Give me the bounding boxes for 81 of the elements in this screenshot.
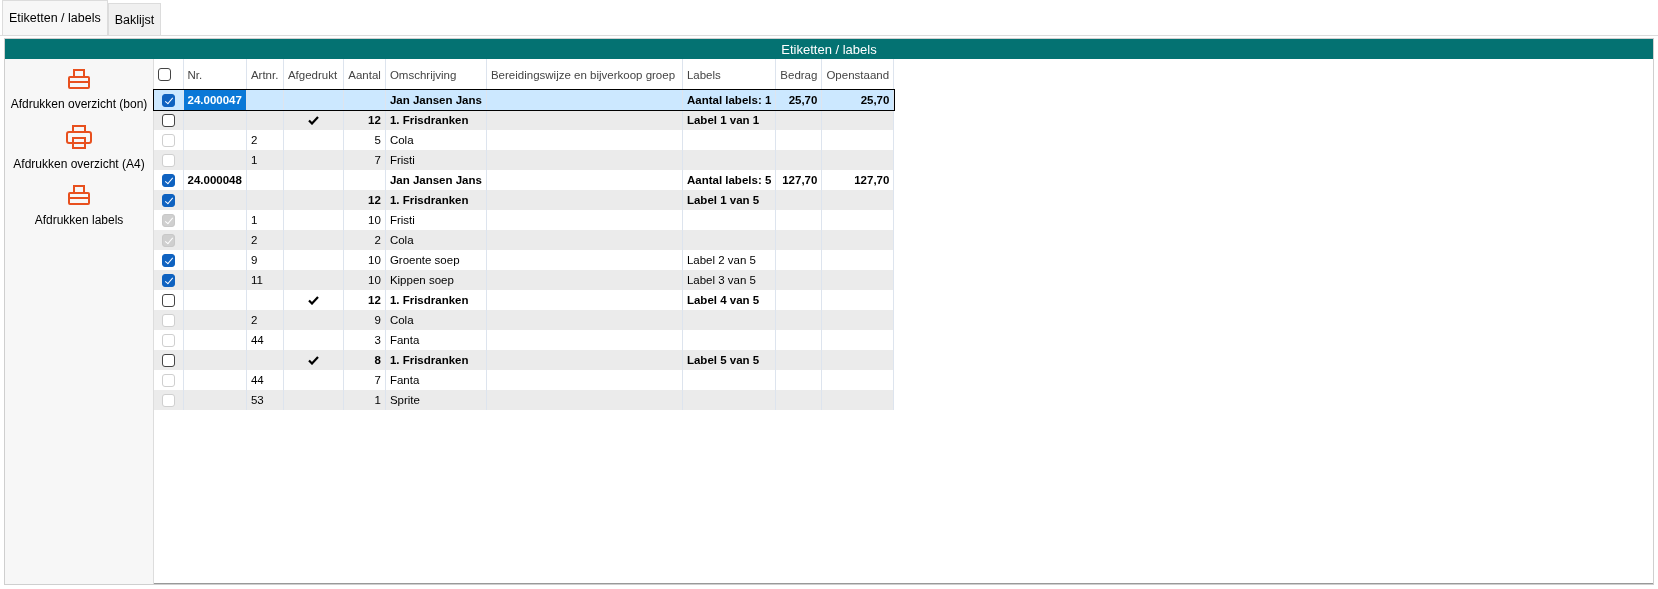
printer-icon (68, 185, 90, 205)
cell-text: 2 (250, 234, 258, 246)
cell-text: 9 (374, 314, 381, 326)
cell-text: 10 (368, 274, 381, 286)
checkbox[interactable] (161, 193, 175, 207)
cell-text: Label 1 van 1 (686, 114, 760, 126)
column-header[interactable]: Artnr. (250, 68, 279, 81)
print-button[interactable]: Afdrukken labels (32, 179, 126, 235)
cell-text: 12 (368, 114, 381, 126)
cell-text: 9 (250, 254, 258, 266)
cell-text: 10 (368, 214, 381, 226)
cell-text: Label 3 van 5 (686, 274, 756, 286)
cell-text: Cola (389, 134, 414, 146)
cell-text: Label 5 van 5 (686, 354, 760, 366)
cell-text: Kippen soep (389, 274, 454, 286)
cell-text: 44 (250, 374, 264, 386)
cell-text: Label 4 van 5 (686, 294, 760, 306)
checkbox[interactable] (161, 93, 175, 107)
cell-text: 7 (374, 374, 381, 386)
cell-text: Aantal labels: 5 (686, 174, 772, 186)
checkbox[interactable] (161, 273, 175, 287)
column-header[interactable]: Aantal (348, 68, 381, 81)
cell-text: Groente soep (389, 254, 460, 266)
cell-text: 24.000047 (187, 94, 242, 106)
tab[interactable]: Baklijst (107, 3, 162, 35)
print-button[interactable]: Afdrukken overzicht (bon) (8, 63, 150, 119)
cell-text: 25,70 (860, 94, 890, 106)
cell-text: 1. Frisdranken (389, 354, 469, 366)
cell-text: 127,70 (782, 174, 818, 186)
cell-text: Aantal labels: 1 (686, 94, 772, 106)
checkbox[interactable] (161, 293, 175, 307)
cell-text: 127,70 (854, 174, 890, 186)
cell-text: Cola (389, 234, 414, 246)
checkbox[interactable] (161, 173, 175, 187)
cell-text: 3 (374, 334, 381, 346)
cell-text: 7 (374, 154, 381, 166)
cell-text: 11 (250, 274, 263, 286)
column-header[interactable]: Bedrag (780, 68, 818, 81)
cell-text: 5 (374, 134, 381, 146)
cell-text: 1. Frisdranken (389, 114, 469, 126)
cell-text: Fanta (389, 374, 420, 386)
column-header[interactable]: Omschrijving (389, 68, 457, 81)
cell-text: 8 (374, 354, 381, 366)
cell-text: 2 (374, 234, 381, 246)
cell-text: Cola (389, 314, 414, 326)
column-header[interactable]: Bereidingswijze en bijverkoop groep (490, 68, 676, 81)
cell-text: Fristi (389, 154, 415, 166)
checkbox[interactable] (161, 353, 175, 367)
cell-text: 1. Frisdranken (389, 294, 469, 306)
cell-text: Label 1 van 5 (686, 194, 760, 206)
cell-text: 25,70 (788, 94, 818, 106)
column-header[interactable]: Afgedrukt (287, 68, 338, 81)
cell-text: 2 (250, 314, 258, 326)
printer-icon (66, 125, 92, 149)
cell-text: Sprite (389, 394, 420, 406)
cell-text: 44 (250, 334, 264, 346)
cell-text: 24.000048 (187, 174, 242, 186)
cell-text: 1 (250, 214, 258, 226)
panel-title: Etiketten / labels (5, 39, 1653, 59)
cell-text: 1. Frisdranken (389, 194, 469, 206)
cell-text: 12 (368, 194, 381, 206)
cell-text: 1 (374, 394, 381, 406)
cell-text: 12 (368, 294, 381, 306)
column-header[interactable]: Openstaand (826, 68, 890, 81)
column-header[interactable]: Labels (686, 68, 721, 81)
cell-text: Jan Jansen Jans (389, 174, 482, 186)
cell-text: 53 (250, 394, 264, 406)
cell-text: Label 2 van 5 (686, 254, 756, 266)
printer-icon (68, 69, 90, 89)
checkbox[interactable] (161, 113, 175, 127)
cell-text: 2 (250, 134, 258, 146)
cell-text: Fanta (389, 334, 420, 346)
cell-text: Fristi (389, 214, 415, 226)
checkbox[interactable] (161, 253, 175, 267)
print-button[interactable]: Afdrukken overzicht (A4) (11, 119, 147, 179)
cell-text: 1 (250, 154, 258, 166)
cell-text: 10 (368, 254, 381, 266)
tab[interactable]: Etiketten / labels (2, 0, 108, 35)
checkbox[interactable] (158, 68, 171, 82)
column-header[interactable]: Nr. (187, 68, 203, 81)
cell-text: Jan Jansen Jans (389, 94, 482, 106)
